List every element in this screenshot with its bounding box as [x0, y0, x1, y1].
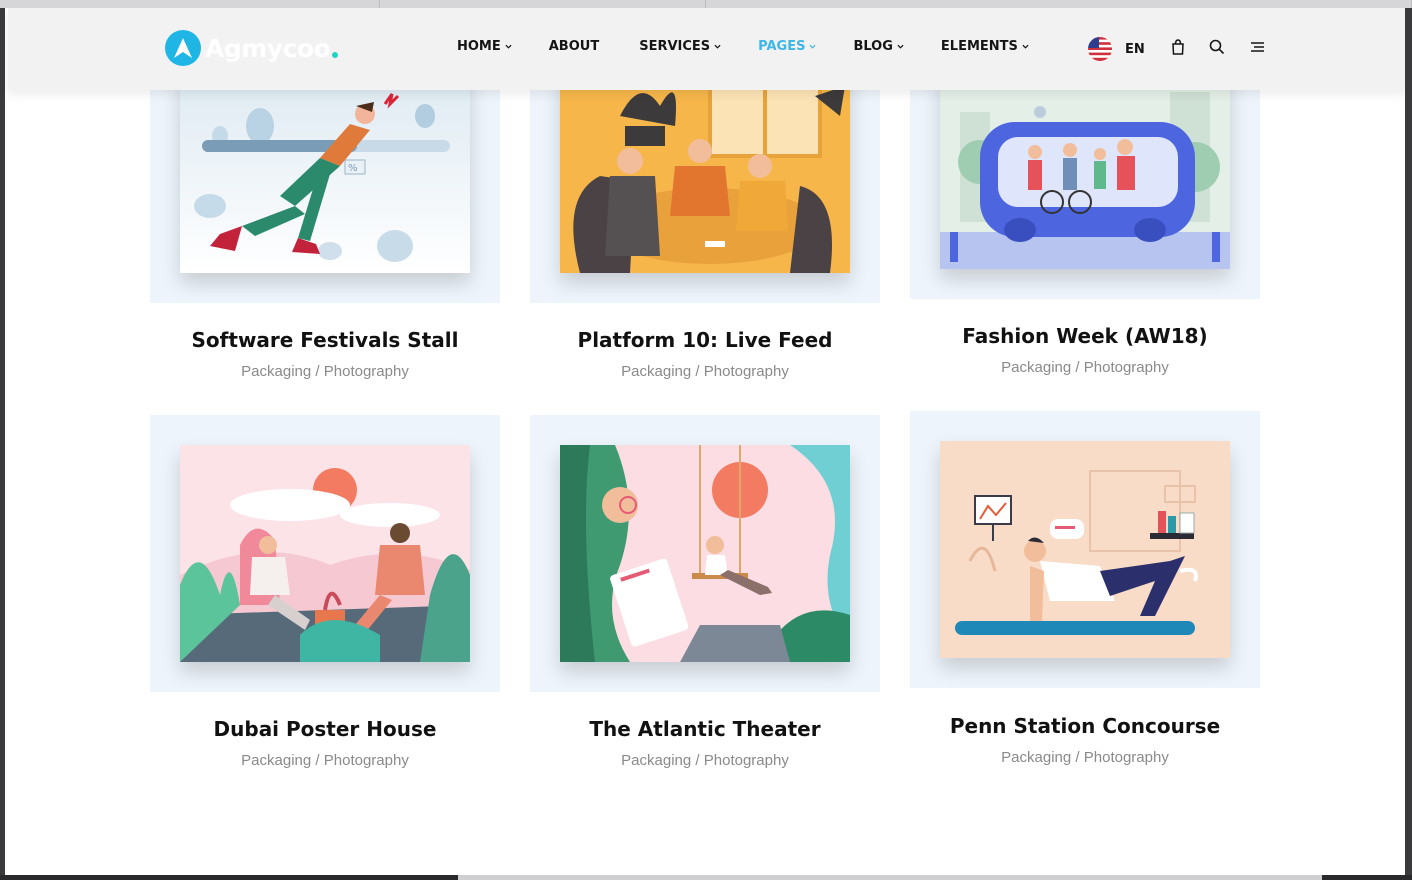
nav-item-home[interactable]: HOME — [457, 39, 512, 54]
chevron-down-icon — [714, 44, 721, 49]
portfolio-thumbnail[interactable] — [180, 445, 470, 662]
category-separator: / — [1071, 749, 1084, 766]
nav-item-elements[interactable]: ELEMENTS — [941, 39, 1029, 54]
category-separator: / — [311, 363, 324, 380]
nav-label: ABOUT — [548, 39, 600, 54]
browser-tab[interactable] — [706, 0, 1412, 8]
category-separator: / — [311, 752, 324, 769]
portfolio-title[interactable]: Dubai Poster House — [150, 717, 500, 741]
category-link[interactable]: Photography — [1084, 359, 1169, 376]
portfolio-title[interactable]: The Atlantic Theater — [530, 717, 880, 741]
category-link[interactable]: Packaging — [621, 752, 691, 769]
hamburger-menu-icon[interactable] — [1248, 38, 1266, 56]
category-link[interactable]: Packaging — [1001, 749, 1071, 766]
site-logo[interactable]: Agmycoo — [165, 30, 339, 66]
chevron-down-icon — [505, 44, 512, 49]
browser-tab[interactable] — [380, 0, 706, 8]
search-icon[interactable] — [1208, 38, 1226, 56]
nav-label: BLOG — [853, 39, 893, 54]
nav-item-pages[interactable]: PAGES — [758, 39, 817, 54]
nav-item-services[interactable]: SERVICES — [639, 39, 721, 54]
category-separator: / — [1071, 359, 1084, 376]
category-link[interactable]: Packaging — [1001, 359, 1071, 376]
portfolio-categories: Packaging / Photography — [150, 363, 500, 380]
nav-label: HOME — [457, 39, 501, 54]
category-link[interactable]: Packaging — [241, 363, 311, 380]
portfolio-title[interactable]: Fashion Week (AW18) — [910, 324, 1260, 348]
nav-label: SERVICES — [639, 39, 711, 54]
category-link[interactable]: Photography — [704, 363, 789, 380]
portfolio-item[interactable]: The Atlantic Theater Packaging / Photogr… — [530, 415, 880, 795]
portfolio-categories: Packaging / Photography — [530, 363, 880, 380]
portfolio-item[interactable]: Dubai Poster House Packaging / Photograp… — [150, 415, 500, 795]
logo-icon — [165, 30, 201, 66]
category-separator: / — [691, 752, 704, 769]
page-viewport: % Software Festivals Stall Packaging / P… — [5, 8, 1405, 875]
nav-label: PAGES — [758, 39, 806, 54]
portfolio-categories: Packaging / Photography — [910, 359, 1260, 376]
portfolio-thumbnail[interactable] — [940, 441, 1230, 658]
category-separator: / — [691, 363, 704, 380]
logo-text: Agmycoo — [205, 33, 331, 63]
category-link[interactable]: Packaging — [241, 752, 311, 769]
site-header: Agmycoo HOME ABOUT SERVICES PAGES BLOG E… — [8, 8, 1405, 90]
browser-tab[interactable] — [0, 0, 380, 8]
portfolio-title[interactable]: Penn Station Concourse — [910, 714, 1260, 738]
nav-item-blog[interactable]: BLOG — [853, 39, 904, 54]
shopping-bag-icon[interactable] — [1169, 38, 1187, 56]
browser-bottom-bar — [0, 875, 1412, 880]
category-link[interactable]: Photography — [1084, 749, 1169, 766]
svg-text:%: % — [348, 163, 358, 174]
category-link[interactable]: Photography — [324, 752, 409, 769]
category-link[interactable]: Photography — [704, 752, 789, 769]
browser-tab-strip — [0, 0, 1412, 8]
portfolio-thumbnail[interactable] — [560, 445, 850, 662]
nav-item-about[interactable]: ABOUT — [549, 39, 599, 54]
portfolio-categories: Packaging / Photography — [150, 752, 500, 769]
us-flag-icon[interactable] — [1088, 37, 1112, 61]
portfolio-categories: Packaging / Photography — [910, 749, 1260, 766]
portfolio-title[interactable]: Software Festivals Stall — [150, 328, 500, 352]
portfolio-categories: Packaging / Photography — [530, 752, 880, 769]
logo-dot — [332, 52, 339, 58]
portfolio-title[interactable]: Platform 10: Live Feed — [530, 328, 880, 352]
chevron-down-icon — [1022, 44, 1029, 49]
chevron-down-icon — [809, 44, 817, 49]
category-link[interactable]: Packaging — [621, 363, 691, 380]
category-link[interactable]: Photography — [324, 363, 409, 380]
portfolio-item[interactable]: Penn Station Concourse Packaging / Photo… — [910, 411, 1260, 791]
main-nav: HOME ABOUT SERVICES PAGES BLOG ELEMENTS — [457, 39, 1029, 54]
language-selector[interactable]: EN — [1125, 42, 1145, 57]
chevron-down-icon — [897, 44, 904, 49]
horizontal-scrollbar[interactable] — [458, 875, 1322, 880]
nav-label: ELEMENTS — [940, 39, 1018, 54]
